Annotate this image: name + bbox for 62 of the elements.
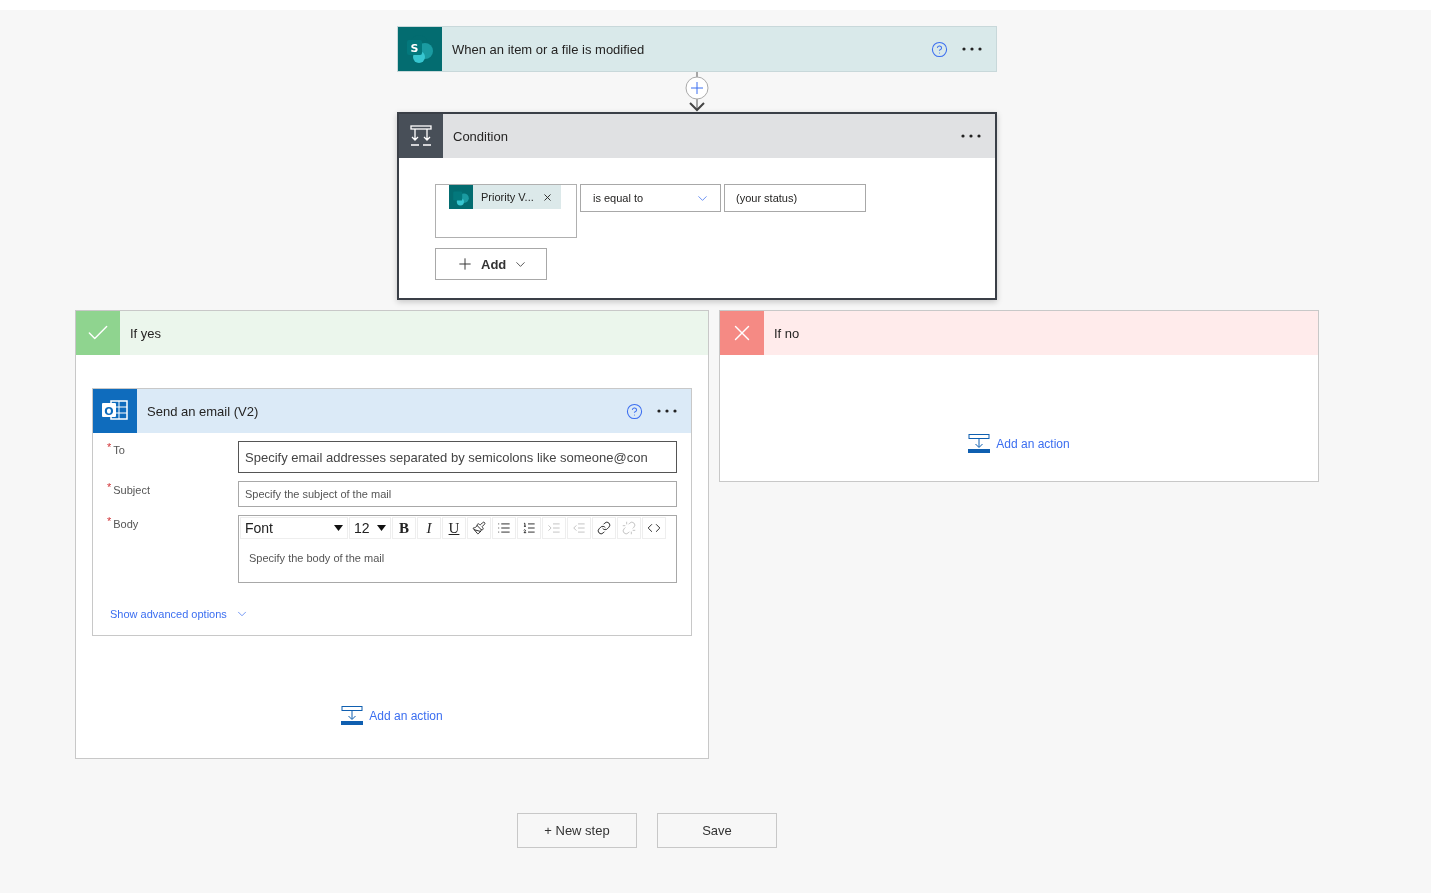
field-label: To: [113, 443, 126, 456]
show-advanced-options-link[interactable]: Show advanced options: [110, 607, 691, 621]
caret-icon: [334, 525, 343, 531]
italic-button[interactable]: I: [417, 517, 441, 539]
bold-button[interactable]: B: [392, 517, 416, 539]
value-field[interactable]: (your status): [724, 184, 866, 212]
text-field[interactable]: Specify the subject of the mail: [238, 481, 677, 507]
token-label: Priority V...: [481, 191, 534, 203]
new-step-button[interactable]: + New step: [517, 813, 637, 848]
code-icon: [647, 521, 661, 535]
operator-dropdown[interactable]: is equal to: [580, 184, 721, 212]
more-options-button[interactable]: [657, 409, 677, 413]
rich-text-editor[interactable]: Font 12 B I U Specify the body of the mail: [238, 515, 677, 583]
link-icon: [597, 521, 611, 535]
color-button[interactable]: [467, 517, 491, 539]
add-button[interactable]: Add: [435, 248, 547, 280]
condition-icon: [409, 124, 433, 148]
add-action-link[interactable]: Add an action: [968, 434, 1070, 453]
caret-icon: [377, 525, 386, 531]
more-options-button[interactable]: [961, 134, 981, 138]
font-select[interactable]: Font: [240, 517, 348, 539]
brush-icon: [472, 521, 486, 535]
more-icon: [962, 47, 982, 51]
underline-button[interactable]: U: [442, 517, 466, 539]
trigger-title: When an item or a file is modified: [452, 41, 646, 57]
text-field[interactable]: Specify email addresses separated by semicolons like someone@con: [238, 441, 677, 473]
bulleted-list-icon: [497, 521, 511, 535]
add-action-link[interactable]: Add an action: [341, 706, 443, 725]
action-title: Send an email (V2): [147, 403, 260, 419]
code-view-button[interactable]: [642, 517, 666, 539]
condition-card[interactable]: Condition Priority V... is equal to (your status) Add: [397, 112, 997, 300]
numbered-list-icon: [522, 521, 536, 535]
help-button[interactable]: [626, 402, 643, 420]
plus-icon: [456, 255, 474, 273]
save-button[interactable]: Save: [657, 813, 777, 848]
required-mark: *: [107, 441, 112, 453]
trigger-card[interactable]: S When an item or a file is modified: [397, 26, 997, 72]
font-size-select[interactable]: 12: [349, 517, 391, 539]
more-options-button[interactable]: [962, 47, 982, 51]
condition-title: Condition: [453, 128, 509, 144]
numbering-button[interactable]: [517, 517, 541, 539]
outdent-icon: [572, 521, 586, 535]
remove-icon[interactable]: [541, 191, 553, 203]
dynamic-content-token[interactable]: Priority V...: [449, 185, 561, 209]
add-action-icon: [968, 434, 991, 453]
help-button[interactable]: [931, 40, 948, 58]
branch-title: If yes: [130, 325, 163, 341]
connector-arrow-drawing: [684, 72, 710, 112]
branch-title: If no: [774, 325, 801, 341]
add-action-icon: [341, 706, 364, 725]
condition-operand-field[interactable]: Priority V...: [435, 184, 577, 238]
required-mark: *: [107, 515, 112, 527]
field-label: Body: [113, 517, 140, 530]
body-placeholder: Specify the body of the mail: [248, 551, 386, 566]
link-button[interactable]: [592, 517, 616, 539]
field-label: Subject: [113, 483, 151, 496]
more-icon: [657, 409, 677, 413]
bullets-button[interactable]: [492, 517, 516, 539]
indent-icon: [547, 521, 561, 535]
more-icon: [961, 134, 981, 138]
unlink-icon: [622, 521, 636, 535]
required-mark: *: [107, 481, 112, 493]
